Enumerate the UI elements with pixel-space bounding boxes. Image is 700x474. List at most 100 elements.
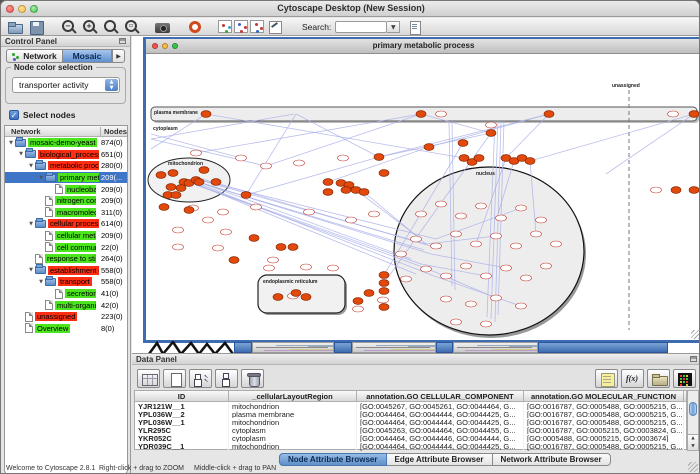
data-panel-float-icon[interactable]: [690, 356, 697, 362]
scrollbar-thumb[interactable]: [689, 402, 697, 416]
graph-node-white[interactable]: [551, 241, 562, 247]
save-icon[interactable]: [27, 19, 46, 35]
tab-edge-attribute-browser[interactable]: Edge Attribute Browser: [387, 453, 493, 466]
tree-row-primary-metabo[interactable]: ▼primary metabo209(...: [5, 172, 127, 184]
graph-node-white[interactable]: [173, 227, 184, 233]
column-header-1[interactable]: _cellularLayoutRegion: [229, 391, 357, 401]
graph-node-white[interactable]: [521, 275, 532, 281]
column-header-3[interactable]: annotation.GO MOLECULAR_FUNCTION: [524, 391, 684, 401]
graph-node-white[interactable]: [401, 276, 412, 282]
window-resize-grip[interactable]: [691, 330, 700, 339]
graph-node-white[interactable]: [304, 209, 315, 215]
graph-node-orange[interactable]: [379, 288, 389, 295]
graph-node-white[interactable]: [378, 297, 389, 303]
graph-node-white[interactable]: [491, 233, 502, 239]
graph-node-white[interactable]: [203, 217, 214, 223]
tree-expand-icon[interactable]: ▼: [37, 278, 45, 286]
search-input[interactable]: [335, 21, 387, 33]
tree-expand-icon[interactable]: ▼: [7, 139, 15, 147]
tree-row-response-to-stimul[interactable]: response to stimul264(0): [5, 253, 127, 265]
graph-node-white[interactable]: [221, 229, 232, 235]
fx-icon[interactable]: [621, 369, 644, 388]
tree-row-overview[interactable]: Overview8(0): [5, 323, 127, 335]
graph-node-orange[interactable]: [171, 192, 181, 199]
graph-node-white[interactable]: [511, 243, 522, 249]
tree-row-cellular-metabol[interactable]: cellular metabol209(0): [5, 230, 127, 242]
column-header-id[interactable]: ID: [135, 391, 229, 401]
network-window-titlebar[interactable]: primary metabolic process: [146, 39, 700, 54]
graph-node-orange[interactable]: [201, 111, 211, 118]
graph-node-orange[interactable]: [359, 189, 369, 196]
graph-node-orange[interactable]: [211, 179, 221, 186]
graph-node-orange[interactable]: [379, 272, 389, 279]
graph-node-white[interactable]: [451, 319, 462, 325]
tree-row-secretion[interactable]: secretion41(0): [5, 288, 127, 300]
graph-node-white[interactable]: [369, 211, 380, 217]
open-icon[interactable]: [6, 19, 25, 35]
column-header-2[interactable]: annotation.GO CELLULAR_COMPONENT: [357, 391, 524, 401]
graph-node-orange[interactable]: [249, 235, 259, 242]
graph-node-orange[interactable]: [301, 294, 311, 301]
graph-node-white[interactable]: [353, 306, 364, 312]
graph-node-orange[interactable]: [229, 257, 239, 264]
tree-header-nodes[interactable]: Nodes: [100, 127, 127, 136]
unsel-icon[interactable]: [215, 369, 238, 388]
node-color-dropdown[interactable]: transporter activity ▲▼: [12, 77, 120, 93]
search-options-icon[interactable]: [406, 19, 425, 35]
float-panel-icon[interactable]: [119, 38, 126, 44]
graph-node-white[interactable]: [536, 217, 547, 223]
notes-icon[interactable]: [595, 369, 618, 388]
graph-node-white[interactable]: [486, 122, 497, 128]
graph-node-orange[interactable]: [353, 298, 363, 305]
app-resize-grip[interactable]: [688, 462, 698, 472]
graph-edge[interactable]: [328, 147, 429, 182]
graph-node-orange[interactable]: [194, 179, 204, 186]
graph-node-orange[interactable]: [176, 185, 186, 192]
selattr-icon[interactable]: [189, 369, 212, 388]
graph-node-orange[interactable]: [166, 184, 176, 191]
graph-node-orange[interactable]: [458, 140, 468, 147]
trash-icon[interactable]: [241, 369, 264, 388]
zoom-selected-icon[interactable]: [101, 19, 120, 35]
graph-node-orange[interactable]: [525, 158, 535, 165]
tree-expand-icon[interactable]: ▼: [27, 162, 35, 170]
zoom-out-icon[interactable]: [59, 19, 78, 35]
graph-node-white[interactable]: [541, 263, 552, 269]
graph-node-orange[interactable]: [323, 189, 333, 196]
graph-node-orange[interactable]: [486, 130, 496, 137]
background-window-fragment[interactable]: [234, 342, 252, 353]
table-row[interactable]: YPL036W__2plasma membrane[GO:0044464, GO…: [135, 410, 686, 418]
graph-node-orange[interactable]: [671, 187, 681, 194]
grid-icon[interactable]: [137, 369, 160, 388]
tree-expand-icon[interactable]: ▼: [27, 220, 35, 228]
graph-node-white[interactable]: [668, 111, 679, 117]
graph-node-white[interactable]: [516, 205, 527, 211]
tree-row-cellular-process[interactable]: ▼cellular process614(0): [5, 218, 127, 230]
background-window-fragment[interactable]: [252, 342, 334, 353]
zoom-in-icon[interactable]: [80, 19, 99, 35]
scrollbar-arrows[interactable]: ▲▼: [688, 434, 698, 450]
graph-node-white[interactable]: [328, 265, 339, 271]
graph-node-white[interactable]: [441, 273, 452, 279]
tree-row-cell-communicat[interactable]: cell communicat22(0): [5, 241, 127, 253]
graph-node-orange[interactable]: [288, 244, 298, 251]
tab-mosaic[interactable]: Mosaic: [62, 49, 112, 63]
table-row[interactable]: YLR295Ccytoplasm[GO:0045263, GO:0044464,…: [135, 426, 686, 434]
graph-node-orange[interactable]: [379, 304, 389, 311]
graph-node-orange[interactable]: [159, 204, 169, 211]
network-canvas[interactable]: plasma membranecytoplasmmitochondrionnuc…: [146, 54, 699, 339]
graph-node-white[interactable]: [466, 301, 477, 307]
graph-node-orange[interactable]: [168, 170, 178, 177]
network-panel-icon-1[interactable]: [218, 20, 232, 33]
graph-node-white[interactable]: [191, 150, 202, 156]
help-icon[interactable]: [186, 19, 205, 35]
graph-node-white[interactable]: [436, 111, 447, 117]
graph-node-white[interactable]: [236, 155, 247, 161]
graph-node-white[interactable]: [218, 209, 229, 215]
graph-node-orange[interactable]: [689, 187, 699, 194]
graph-node-white[interactable]: [416, 211, 427, 217]
graph-node-white[interactable]: [264, 265, 275, 271]
tree-row-nucleobase-[interactable]: nucleobase-209(0): [5, 183, 127, 195]
graph-node-orange[interactable]: [341, 187, 351, 194]
graph-node-orange[interactable]: [416, 111, 426, 118]
